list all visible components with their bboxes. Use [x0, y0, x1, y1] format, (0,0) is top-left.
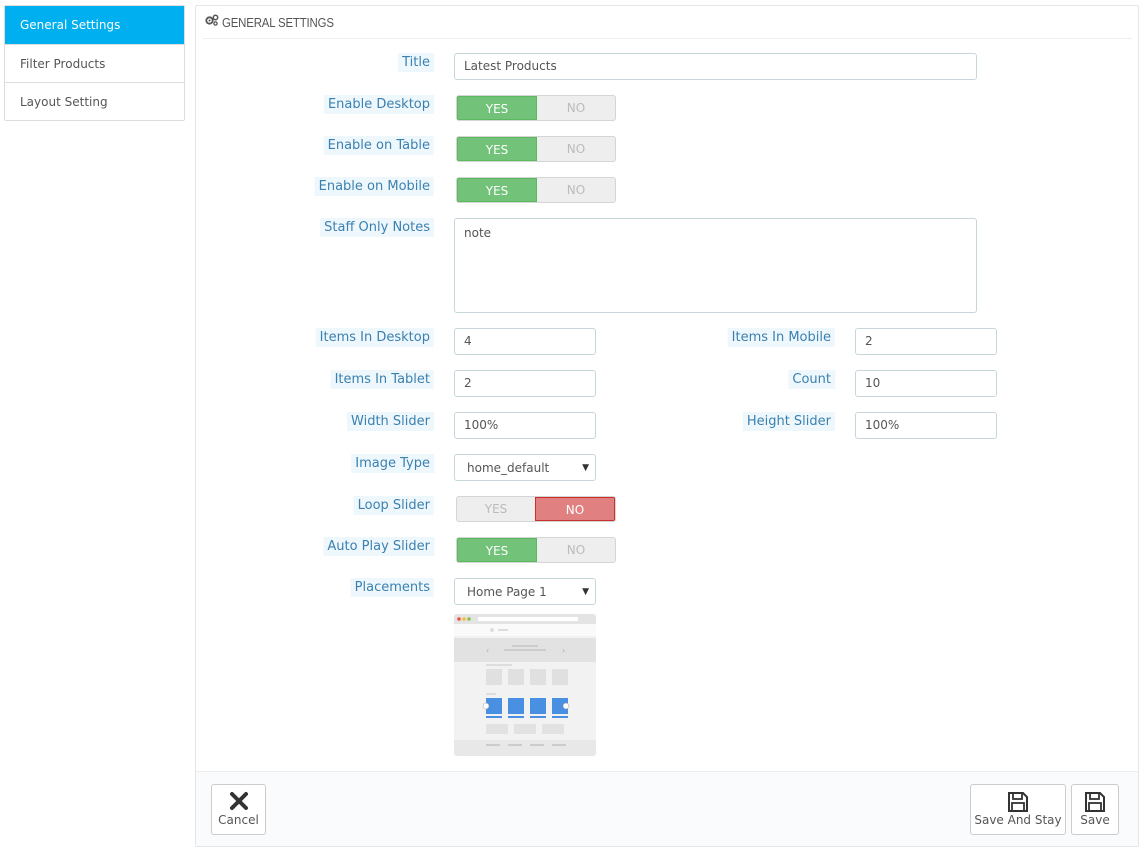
close-icon: [212, 785, 265, 813]
enable-desktop-switch[interactable]: YES NO: [456, 95, 616, 121]
cancel-label: Cancel: [218, 813, 259, 827]
image-type-value: home_default: [467, 461, 550, 475]
panel-footer: Cancel Save And Stay Save: [196, 771, 1138, 846]
autoplay-slider-no[interactable]: NO: [537, 538, 615, 562]
save-and-stay-label: Save And Stay: [974, 813, 1062, 827]
height-slider-label: Height Slider: [742, 412, 835, 431]
count-label: Count: [788, 370, 835, 389]
count-input[interactable]: 10: [855, 370, 997, 397]
width-slider-input[interactable]: 100%: [454, 412, 596, 439]
save-button[interactable]: Save: [1071, 784, 1119, 835]
enable-mobile-no[interactable]: NO: [537, 178, 615, 202]
title-input[interactable]: Latest Products: [454, 53, 977, 80]
loop-slider-no[interactable]: NO: [535, 497, 615, 521]
items-tablet-label: Items In Tablet: [330, 370, 434, 389]
settings-panel: GENERAL SETTINGS: [195, 5, 1139, 847]
enable-table-no[interactable]: NO: [537, 137, 615, 161]
image-type-select[interactable]: home_default ▼: [454, 454, 596, 481]
items-tablet-input[interactable]: 2: [454, 370, 596, 397]
loop-slider-switch[interactable]: YES NO: [456, 496, 616, 522]
svg-text:›: ›: [562, 646, 565, 655]
enable-desktop-label: Enable Desktop: [323, 95, 434, 114]
autoplay-slider-yes[interactable]: YES: [457, 538, 537, 562]
image-type-label: Image Type: [351, 454, 434, 473]
save-label: Save: [1080, 813, 1110, 827]
autoplay-slider-switch[interactable]: YES NO: [456, 537, 616, 563]
floppy-disk-icon: [1072, 785, 1118, 813]
sidebar-nav: General Settings Filter Products Layout …: [4, 5, 185, 121]
items-mobile-input[interactable]: 2: [855, 328, 997, 355]
enable-mobile-yes[interactable]: YES: [457, 178, 537, 202]
items-desktop-label: Items In Desktop: [315, 328, 434, 347]
svg-text:‹: ‹: [486, 646, 489, 655]
save-and-stay-button[interactable]: Save And Stay: [970, 784, 1066, 835]
enable-mobile-label: Enable on Mobile: [314, 177, 434, 196]
placements-value: Home Page 1: [467, 585, 547, 599]
cancel-button[interactable]: Cancel: [211, 784, 266, 835]
staff-notes-textarea[interactable]: note: [454, 218, 977, 313]
enable-table-switch[interactable]: YES NO: [456, 136, 616, 162]
enable-desktop-no[interactable]: NO: [537, 96, 615, 120]
items-mobile-label: Items In Mobile: [727, 328, 835, 347]
sidebar-item-general-settings[interactable]: General Settings: [5, 6, 184, 44]
enable-table-label: Enable on Table: [323, 136, 434, 155]
gears-icon: [205, 14, 219, 30]
caret-down-icon: ▼: [582, 587, 589, 597]
sidebar-item-layout-setting[interactable]: Layout Setting: [5, 82, 184, 120]
staff-notes-label: Staff Only Notes: [320, 218, 434, 237]
floppy-disk-icon: [971, 785, 1065, 813]
placements-select[interactable]: Home Page 1 ▼: [454, 578, 596, 605]
loop-slider-yes[interactable]: YES: [457, 497, 535, 521]
title-label: Title: [398, 53, 434, 72]
sidebar-item-filter-products[interactable]: Filter Products: [5, 44, 184, 82]
width-slider-label: Width Slider: [347, 412, 434, 431]
loop-slider-label: Loop Slider: [353, 496, 434, 515]
panel-heading: GENERAL SETTINGS: [203, 6, 1132, 39]
height-slider-input[interactable]: 100%: [855, 412, 997, 439]
enable-mobile-switch[interactable]: YES NO: [456, 177, 616, 203]
enable-desktop-yes[interactable]: YES: [457, 96, 537, 120]
caret-down-icon: ▼: [582, 463, 589, 473]
enable-table-yes[interactable]: YES: [457, 137, 537, 161]
panel-title: GENERAL SETTINGS: [222, 14, 334, 30]
placement-preview-image: ‹ ›: [454, 614, 596, 756]
autoplay-slider-label: Auto Play Slider: [323, 537, 434, 556]
items-desktop-input[interactable]: 4: [454, 328, 596, 355]
placements-label: Placements: [350, 578, 434, 597]
